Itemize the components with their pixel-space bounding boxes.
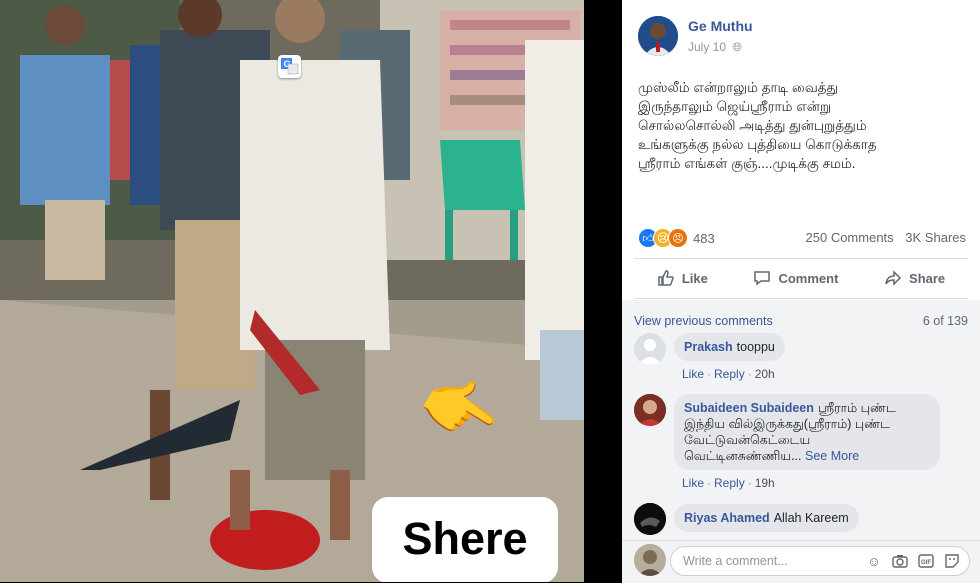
avatar-image	[634, 544, 666, 576]
gif-icon[interactable]: GIF	[917, 552, 935, 570]
globe-icon: 🌐︎	[732, 40, 742, 54]
comment-actions: Like · Reply · 19h	[682, 476, 775, 490]
comment-bubble: Riyas Ahamed Allah Kareem	[674, 504, 859, 532]
comment-avatar[interactable]	[634, 394, 666, 426]
like-button[interactable]: Like	[657, 269, 708, 287]
commenter-name[interactable]: Riyas Ahamed	[684, 511, 770, 525]
avatar-image	[634, 503, 666, 535]
photo-scene	[0, 0, 584, 582]
see-more-link[interactable]: See More	[805, 449, 859, 463]
comment-avatar[interactable]	[634, 333, 666, 365]
shere-text: Shere	[402, 513, 528, 564]
emoji-icon[interactable]: ☺	[865, 552, 883, 570]
comment-button[interactable]: Comment	[753, 269, 838, 287]
comment-bubble: Subaideen Subaideen ஸ்ரீராம் புண்ட இந்திய…	[674, 394, 940, 470]
thumbs-up-icon	[658, 270, 674, 286]
author-avatar[interactable]	[638, 16, 678, 56]
commenter-name[interactable]: Prakash	[684, 340, 733, 354]
svg-text:GIF: GIF	[921, 560, 931, 566]
commenter-name[interactable]: Subaideen Subaideen	[684, 401, 814, 415]
comment-input[interactable]: Write a comment... ☺ GIF	[670, 546, 970, 576]
comment-time[interactable]: 19h	[755, 476, 775, 490]
comment-time[interactable]: 20h	[755, 367, 775, 381]
comment-reply-link[interactable]: Reply	[714, 367, 745, 381]
default-avatar-icon	[638, 339, 662, 365]
avatar-image	[634, 394, 666, 426]
camera-icon[interactable]	[891, 552, 909, 570]
separator-dot: ·	[707, 476, 712, 490]
sticker-icon[interactable]	[943, 552, 961, 570]
shares-count[interactable]: 3K Shares	[905, 230, 966, 245]
post-meta: July 10 🌐︎	[688, 40, 742, 55]
post-text: முஸ்லீம் என்றாலும் தாடி வைத்து இருந்தாலு…	[638, 80, 877, 171]
comment-input-placeholder: Write a comment...	[683, 554, 788, 568]
post-date[interactable]: July 10	[688, 40, 726, 54]
share-button[interactable]: Share	[884, 269, 945, 287]
comment-text: Allah Kareem	[773, 511, 849, 525]
post-panel: Ge Muthu July 10 🌐︎ முஸ்லீம் என்றாலும் த…	[622, 0, 980, 583]
google-translate-icon[interactable]: G	[278, 55, 301, 78]
reaction-count: 483	[693, 230, 715, 246]
share-label: Share	[909, 270, 946, 286]
comment-page-count: 6 of 139	[922, 314, 968, 328]
google-translate-glyph: G	[281, 58, 299, 75]
comments-count[interactable]: 250 Comments	[806, 230, 894, 245]
divider-bottom	[634, 298, 968, 299]
comment-actions: Like · Reply · 20h	[682, 367, 775, 381]
reactions-summary[interactable]: 👍︎ 😢︎ 😠︎ 483	[638, 228, 715, 248]
comment-avatar[interactable]	[634, 503, 666, 535]
view-previous-comments-link[interactable]: View previous comments	[634, 314, 773, 328]
comment-icon	[754, 271, 771, 286]
divider-top	[634, 258, 968, 259]
comment-text: tooppu	[736, 340, 775, 354]
share-icon	[885, 270, 902, 286]
comment-label: Comment	[778, 270, 839, 286]
comment-bubble: Prakash tooppu	[674, 333, 785, 361]
sticker-glyph	[945, 554, 959, 568]
separator-dot: ·	[747, 476, 752, 490]
like-label: Like	[681, 270, 708, 286]
post-actions: Like Comment Share	[634, 262, 968, 294]
comment-reply-link[interactable]: Reply	[714, 476, 745, 490]
author-name[interactable]: Ge Muthu	[688, 18, 753, 34]
comment-input-icons: ☺ GIF	[865, 552, 961, 570]
comment-like-link[interactable]: Like	[682, 476, 704, 490]
post-photo[interactable]: G 👉 Shere	[0, 0, 584, 582]
angry-reaction-icon: 😠︎	[668, 228, 688, 248]
gif-glyph: GIF	[918, 554, 934, 568]
avatar-image	[638, 16, 678, 56]
separator-dot: ·	[707, 367, 712, 381]
comment-like-link[interactable]: Like	[682, 367, 704, 381]
post-stats: 250 Comments 3K Shares	[798, 230, 966, 245]
camera-glyph	[892, 555, 908, 568]
separator-dot: ·	[747, 367, 752, 381]
current-user-avatar	[634, 544, 666, 576]
shere-overlay: Shere	[372, 497, 558, 582]
